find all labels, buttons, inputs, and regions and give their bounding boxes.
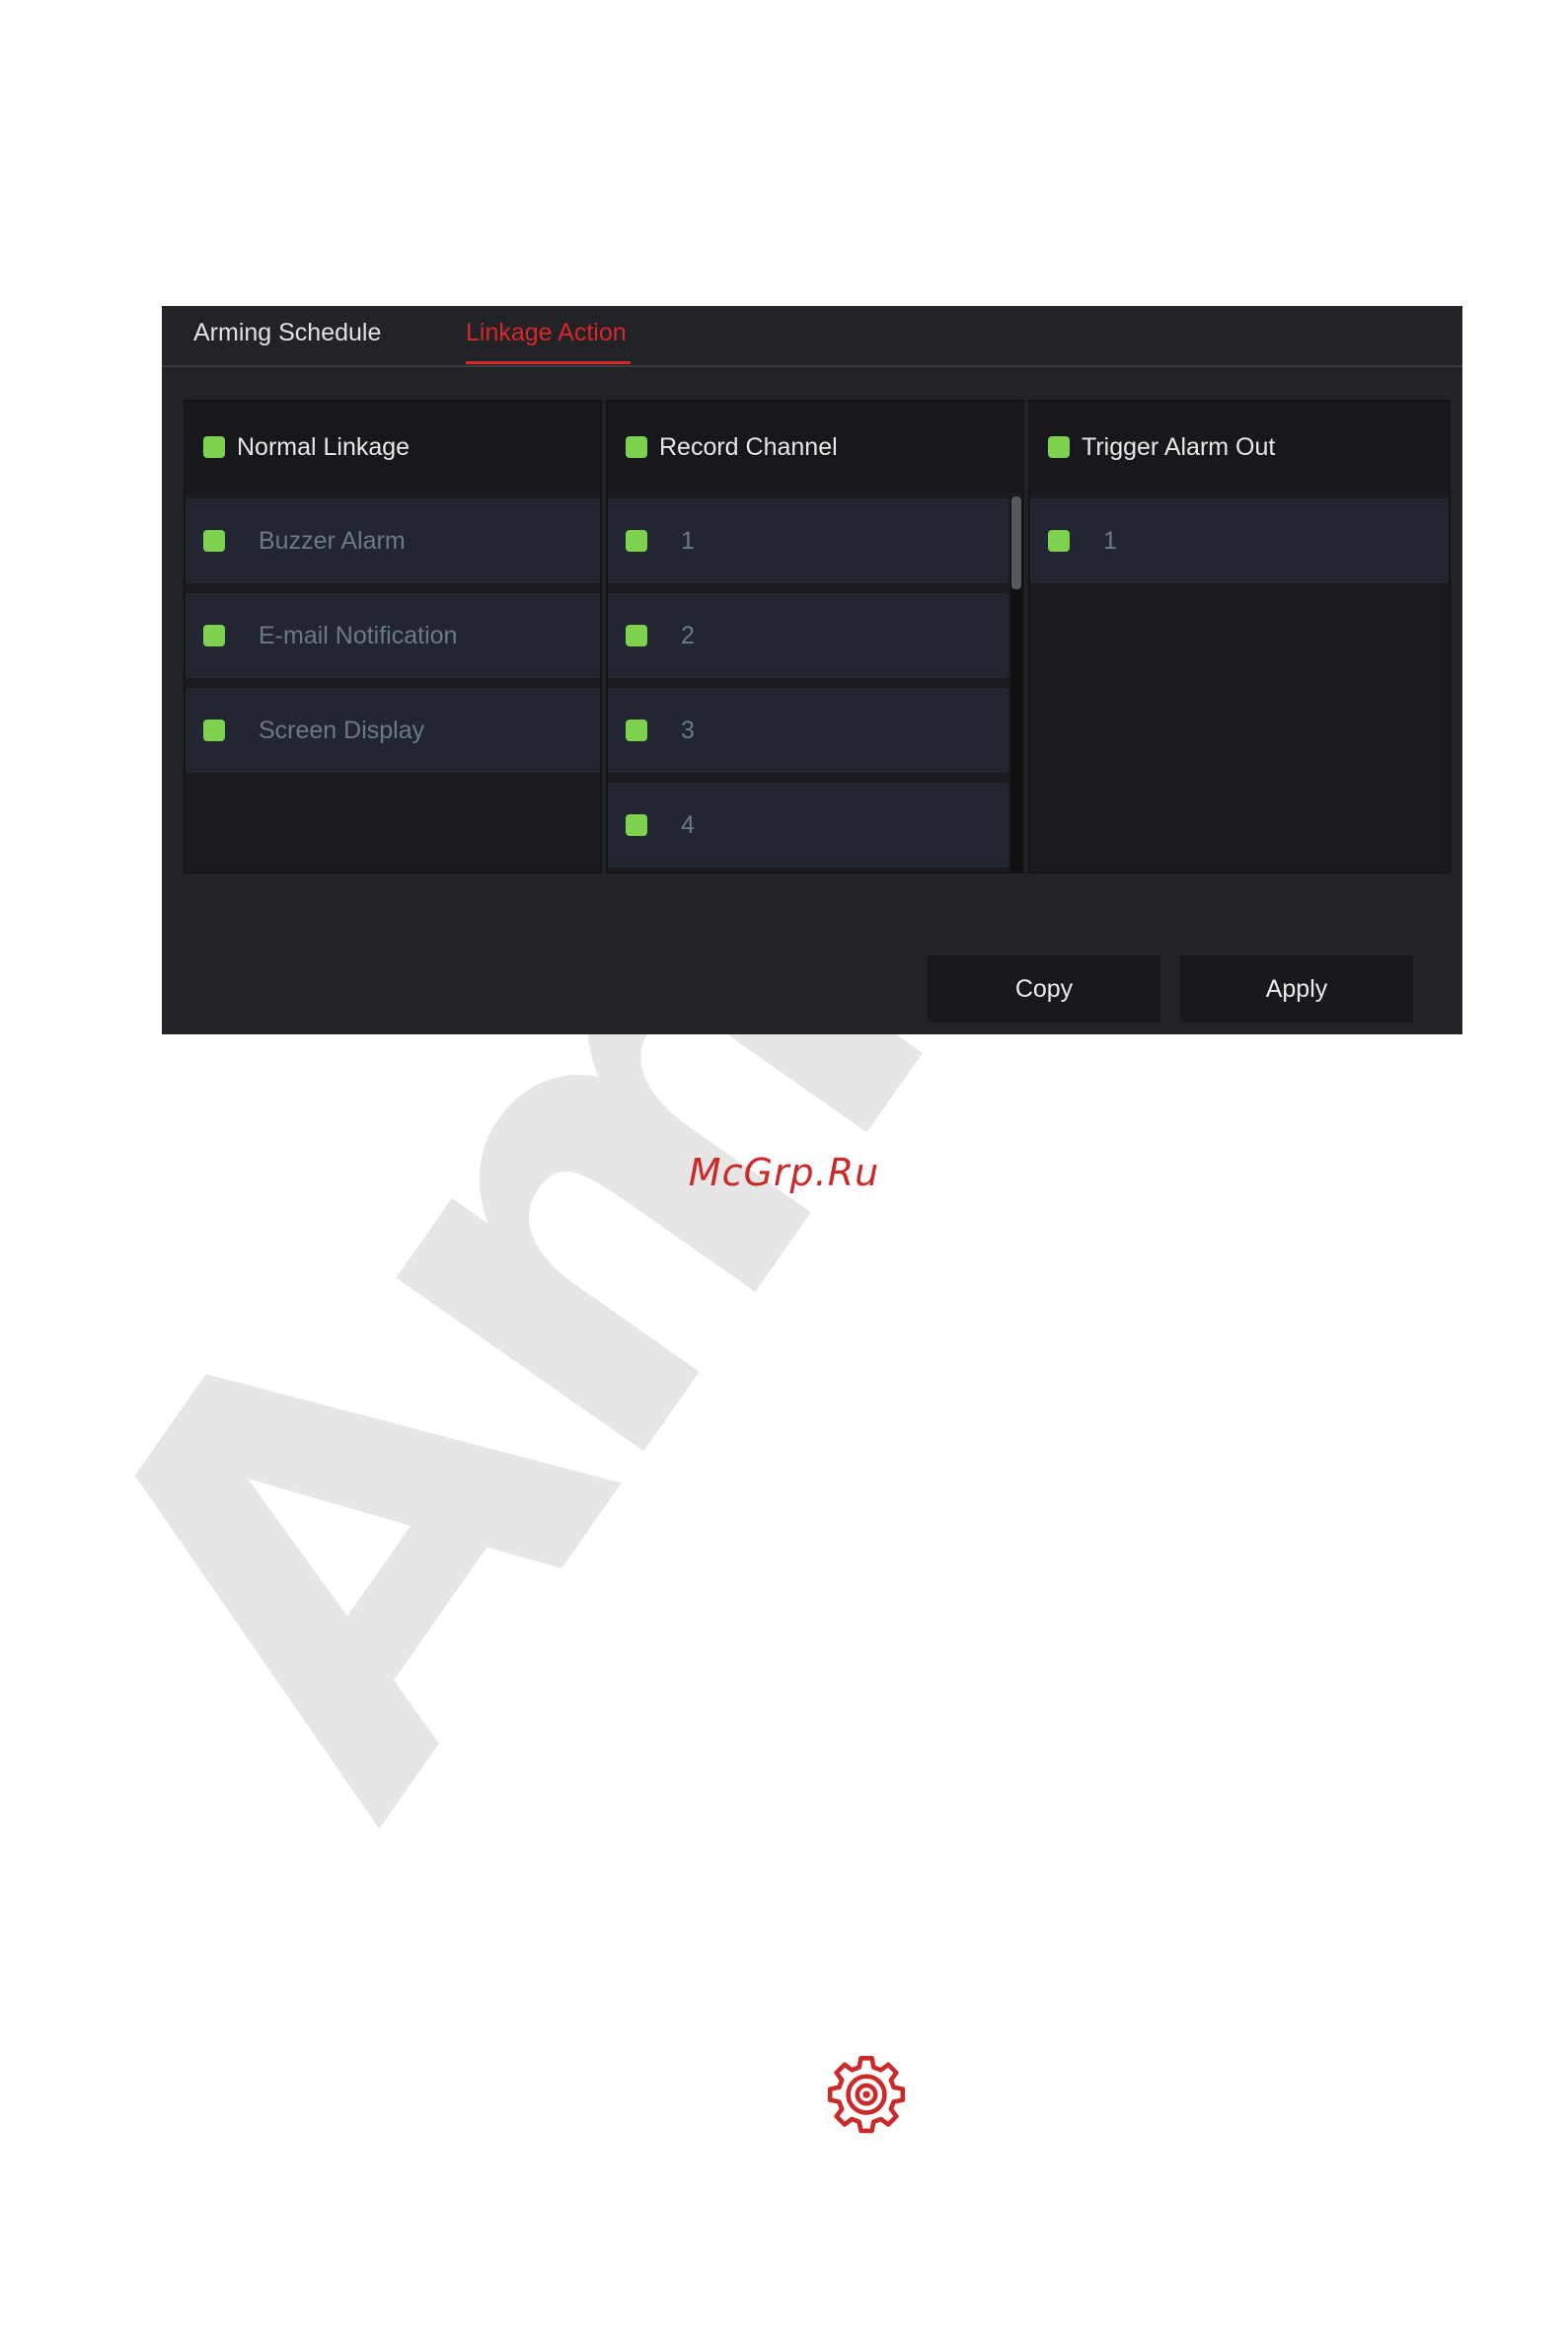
- copy-button[interactable]: Copy: [928, 955, 1160, 1023]
- list-item-label: 1: [1103, 526, 1117, 555]
- apply-button[interactable]: Apply: [1180, 955, 1413, 1023]
- list-item-label: 4: [681, 810, 695, 839]
- normal-linkage-checkbox[interactable]: [203, 436, 225, 458]
- trigger-alarm-out-checkbox[interactable]: [1048, 436, 1070, 458]
- linkage-grid: Normal Linkage Buzzer Alarm E-mail Notif…: [184, 400, 1451, 873]
- channel-1-checkbox[interactable]: [626, 530, 647, 552]
- list-item-channel-1[interactable]: 1: [608, 498, 1008, 583]
- trigger-alarm-out-column: Trigger Alarm Out 1: [1028, 400, 1451, 873]
- normal-linkage-header: Normal Linkage: [186, 402, 600, 493]
- scrollbar-thumb[interactable]: [1011, 496, 1021, 589]
- list-item-email-notification[interactable]: E-mail Notification: [186, 593, 600, 678]
- channel-2-checkbox[interactable]: [626, 625, 647, 646]
- list-item-buzzer-alarm[interactable]: Buzzer Alarm: [186, 498, 600, 583]
- channel-3-checkbox[interactable]: [626, 720, 647, 741]
- trigger-alarm-out-title: Trigger Alarm Out: [1082, 432, 1276, 461]
- normal-linkage-column: Normal Linkage Buzzer Alarm E-mail Notif…: [184, 400, 602, 873]
- tab-bar: Arming Schedule Linkage Action: [162, 306, 1462, 367]
- alarm-out-1-checkbox[interactable]: [1048, 530, 1070, 552]
- gear-icon: [827, 2056, 906, 2134]
- trigger-alarm-out-header: Trigger Alarm Out: [1030, 402, 1449, 493]
- record-channel-title: Record Channel: [659, 432, 838, 461]
- list-item-channel-2[interactable]: 2: [608, 593, 1008, 678]
- list-item-label: Screen Display: [259, 716, 425, 744]
- list-item-label: 3: [681, 716, 695, 744]
- list-item-label: Buzzer Alarm: [259, 526, 406, 555]
- list-item-channel-3[interactable]: 3: [608, 688, 1008, 773]
- site-mark: McGrp.Ru: [688, 1151, 880, 1194]
- record-channel-checkbox[interactable]: [626, 436, 647, 458]
- record-channel-header: Record Channel: [608, 402, 1022, 493]
- linkage-settings-panel: Arming Schedule Linkage Action Normal Li…: [162, 306, 1462, 1034]
- email-notification-checkbox[interactable]: [203, 625, 225, 646]
- channel-4-checkbox[interactable]: [626, 814, 647, 836]
- list-item-screen-display[interactable]: Screen Display: [186, 688, 600, 773]
- screen-display-checkbox[interactable]: [203, 720, 225, 741]
- tab-arming-schedule[interactable]: Arming Schedule: [193, 319, 381, 347]
- list-item-label: 2: [681, 621, 695, 649]
- list-item-alarm-out-1[interactable]: 1: [1030, 498, 1449, 583]
- normal-linkage-title: Normal Linkage: [237, 432, 411, 461]
- tab-linkage-action[interactable]: Linkage Action: [466, 319, 631, 364]
- list-item-label: E-mail Notification: [259, 621, 458, 649]
- list-item-channel-4[interactable]: 4: [608, 783, 1008, 868]
- buzzer-alarm-checkbox[interactable]: [203, 530, 225, 552]
- list-item-label: 1: [681, 526, 695, 555]
- record-channel-column: Record Channel 1 2 3 4: [606, 400, 1024, 873]
- record-channel-scrollbar[interactable]: [1010, 496, 1022, 872]
